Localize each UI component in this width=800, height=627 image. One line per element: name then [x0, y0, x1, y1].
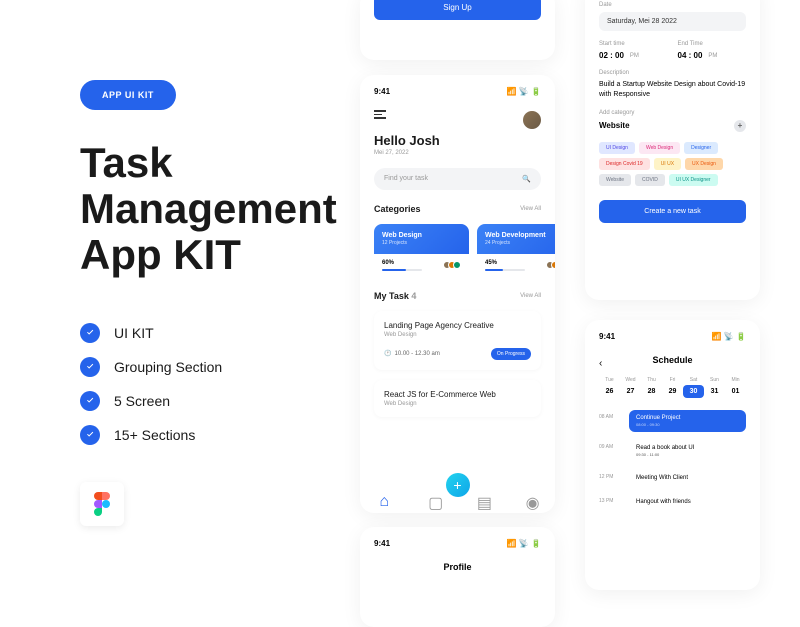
- notes-icon[interactable]: ▤: [477, 493, 487, 503]
- feature-text: 5 Screen: [114, 393, 170, 409]
- view-all-link[interactable]: View All: [520, 206, 541, 212]
- time-label: 08 AM: [599, 410, 621, 432]
- status-icons: 📶 📡 🔋: [712, 332, 746, 341]
- feature-text: Grouping Section: [114, 359, 222, 375]
- category-card[interactable]: Web Development24 Projects45%: [477, 224, 555, 277]
- time-label: 13 PM: [599, 494, 621, 510]
- search-input[interactable]: Find your task🔍: [374, 168, 541, 190]
- menu-icon[interactable]: [374, 110, 541, 119]
- date-label: Date: [599, 2, 746, 8]
- status-time: 9:41: [374, 87, 390, 96]
- feature-text: UI KIT: [114, 325, 154, 341]
- tag[interactable]: COVID: [635, 174, 665, 186]
- status-time: 9:41: [599, 332, 615, 341]
- greeting: Hello Josh: [374, 133, 541, 148]
- tag[interactable]: Design Covid 19: [599, 158, 650, 170]
- add-category-button[interactable]: +: [734, 120, 746, 132]
- category-card[interactable]: Web Design12 Projects60%: [374, 224, 469, 277]
- tag[interactable]: UI UX Designer: [669, 174, 718, 186]
- status-icons: 📶 📡 🔋: [507, 539, 541, 548]
- time-label: 09 AM: [599, 440, 621, 462]
- day-item[interactable]: Sun31: [704, 377, 725, 398]
- time-label: 12 PM: [599, 470, 621, 486]
- feature-text: 15+ Sections: [114, 427, 195, 443]
- date-field[interactable]: Saturday, Mei 28 2022: [599, 12, 746, 31]
- date-text: Mei 27, 2022: [374, 150, 541, 156]
- profile-title: Profile: [374, 562, 541, 572]
- clock-icon: 🕐: [384, 350, 391, 357]
- day-picker: Tue26Wed27Thu28Fri29Sat30Sun31Min01: [599, 377, 746, 398]
- task-card[interactable]: React JS for E-Commerce WebWeb Design: [374, 380, 541, 417]
- signup-screen: Sign Up: [360, 0, 555, 60]
- search-icon: 🔍: [522, 175, 531, 183]
- addcat-label: Add category: [599, 110, 746, 116]
- schedule-card[interactable]: Continue Project08:00 - 09:30: [629, 410, 746, 432]
- features-list: UI KIT Grouping Section 5 Screen 15+ Sectio…: [80, 323, 340, 445]
- schedule-card[interactable]: Read a book about UI09:30 - 11:00: [629, 440, 746, 462]
- figma-icon: [80, 482, 124, 526]
- category-value: Website: [599, 121, 630, 130]
- tag[interactable]: UX Design: [685, 158, 723, 170]
- new-task-screen: Date Saturday, Mei 28 2022 Start time 02 …: [585, 0, 760, 300]
- tag[interactable]: Web Design: [639, 142, 680, 154]
- day-item[interactable]: Wed27: [620, 377, 641, 398]
- tag-list: UI Design Web Design Designer Design Covid …: [599, 142, 746, 186]
- day-item[interactable]: Sat30: [683, 377, 704, 398]
- status-badge: On Progress: [491, 348, 531, 360]
- check-icon: [80, 391, 100, 411]
- tag[interactable]: Designer: [684, 142, 718, 154]
- schedule-title: Schedule: [599, 355, 746, 365]
- task-list: Landing Page Agency CreativeWeb Design🕐 …: [374, 311, 541, 417]
- desc-label: Description: [599, 70, 746, 76]
- avatar[interactable]: [523, 111, 541, 129]
- end-time-field[interactable]: 04 : 00PM: [678, 51, 747, 60]
- mytask-title: My Task 4: [374, 291, 416, 301]
- promo-title: TaskManagementApp KIT: [80, 140, 340, 279]
- create-task-button[interactable]: Create a new task: [599, 200, 746, 223]
- check-icon: [80, 425, 100, 445]
- schedule-screen: 9:41 📶 📡 🔋 ‹ Schedule Tue26Wed27Thu28Fri2…: [585, 320, 760, 590]
- start-label: Start time: [599, 41, 668, 47]
- home-screen: 9:41 📶 📡 🔋 Hello Josh Mei 27, 2022 Find y…: [360, 75, 555, 513]
- profile-icon[interactable]: ◉: [526, 493, 536, 503]
- add-button[interactable]: +: [446, 473, 470, 497]
- categories-title: Categories: [374, 204, 421, 214]
- back-button[interactable]: ‹: [599, 358, 602, 369]
- desc-text[interactable]: Build a Startup Website Design about Cov…: [599, 80, 746, 100]
- view-all-link[interactable]: View All: [520, 293, 541, 299]
- signup-button[interactable]: Sign Up: [374, 0, 541, 20]
- tag[interactable]: Website: [599, 174, 631, 186]
- calendar-icon[interactable]: ▢: [428, 493, 438, 503]
- schedule-list: 08 AM Continue Project08:00 - 09:30 09 AM R…: [599, 410, 746, 510]
- day-item[interactable]: Min01: [725, 377, 746, 398]
- day-item[interactable]: Tue26: [599, 377, 620, 398]
- check-icon: [80, 357, 100, 377]
- schedule-card[interactable]: Hangout with friends: [629, 494, 746, 510]
- check-icon: [80, 323, 100, 343]
- status-time: 9:41: [374, 539, 390, 548]
- tag[interactable]: UI Design: [599, 142, 635, 154]
- status-icons: 📶 📡 🔋: [507, 87, 541, 96]
- day-item[interactable]: Fri29: [662, 377, 683, 398]
- profile-screen: 9:41 📶 📡 🔋 Profile: [360, 527, 555, 627]
- tag[interactable]: UI UX: [654, 158, 681, 170]
- home-icon[interactable]: ⌂: [379, 493, 389, 503]
- schedule-card[interactable]: Meeting With Client: [629, 470, 746, 486]
- category-cards: Web Design12 Projects60%Web Development2…: [374, 224, 555, 277]
- end-label: End Time: [678, 41, 747, 47]
- app-ui-kit-badge: APP UI KIT: [80, 80, 176, 110]
- start-time-field[interactable]: 02 : 00PM: [599, 51, 668, 60]
- task-card[interactable]: Landing Page Agency CreativeWeb Design🕐 …: [374, 311, 541, 370]
- day-item[interactable]: Thu28: [641, 377, 662, 398]
